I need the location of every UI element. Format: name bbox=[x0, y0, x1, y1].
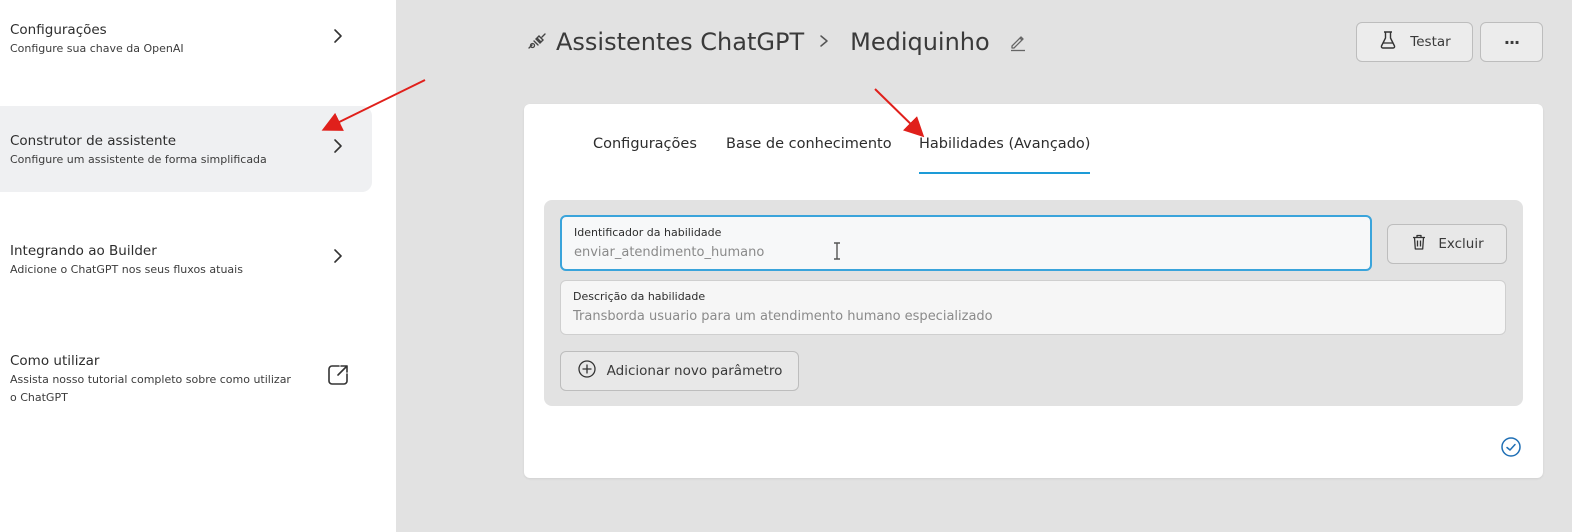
skill-editor-card: Configurações Base de conhecimento Habil… bbox=[524, 104, 1543, 478]
text-cursor-icon bbox=[832, 241, 842, 265]
plug-icon bbox=[526, 31, 548, 53]
sidebar-item-construtor[interactable]: Construtor de assistente Configure um as… bbox=[0, 106, 372, 192]
skill-panel: Identificador da habilidade enviar_atend… bbox=[544, 200, 1523, 406]
sidebar-item-integrando[interactable]: Integrando ao Builder Adicione o ChatGPT… bbox=[0, 216, 372, 302]
external-link-icon bbox=[326, 363, 350, 387]
sidebar-item-title: Construtor de assistente bbox=[10, 133, 177, 149]
breadcrumb: Assistentes ChatGPT Mediquinho bbox=[526, 26, 1028, 58]
page-title: Mediquinho bbox=[850, 28, 990, 56]
sidebar-item-title: Configurações bbox=[10, 22, 107, 38]
tab-habilidades[interactable]: Habilidades (Avançado) bbox=[919, 136, 1091, 174]
chevron-right-icon bbox=[326, 24, 350, 48]
more-horizontal-icon: ··· bbox=[1503, 32, 1520, 52]
plus-circle-icon bbox=[577, 359, 597, 383]
skill-description-field[interactable]: Descrição da habilidade Transborda usuar… bbox=[560, 280, 1506, 335]
trash-icon bbox=[1410, 233, 1428, 255]
sidebar: Configurações Configure sua chave da Ope… bbox=[0, 0, 396, 532]
skill-identifier-value: enviar_atendimento_humano bbox=[574, 245, 765, 260]
more-options-button[interactable]: ··· bbox=[1480, 22, 1543, 62]
add-parameter-label: Adicionar novo parâmetro bbox=[606, 363, 783, 379]
skill-description-label: Descrição da habilidade bbox=[573, 290, 706, 303]
add-parameter-button[interactable]: Adicionar novo parâmetro bbox=[560, 351, 799, 391]
test-button-label: Testar bbox=[1410, 34, 1451, 50]
pencil-icon[interactable] bbox=[1008, 32, 1028, 52]
sidebar-item-subtitle: Adicione o ChatGPT nos seus fluxos atuai… bbox=[10, 263, 243, 276]
check-circle-icon[interactable] bbox=[1500, 436, 1522, 458]
sidebar-item-subtitle: Configure um assistente de forma simplif… bbox=[10, 153, 267, 166]
chevron-right-icon bbox=[326, 244, 350, 268]
flask-icon bbox=[1378, 30, 1398, 54]
breadcrumb-root[interactable]: Assistentes ChatGPT bbox=[556, 28, 804, 56]
sidebar-item-title: Como utilizar bbox=[10, 353, 100, 369]
sidebar-item-como-utilizar[interactable]: Como utilizar Assista nosso tutorial com… bbox=[0, 326, 372, 422]
tab-base-de-conhecimento[interactable]: Base de conhecimento bbox=[726, 136, 892, 172]
sidebar-item-title: Integrando ao Builder bbox=[10, 243, 157, 259]
skill-identifier-label: Identificador da habilidade bbox=[574, 226, 722, 239]
skill-identifier-field[interactable]: Identificador da habilidade enviar_atend… bbox=[560, 215, 1372, 271]
sidebar-item-subtitle: Configure sua chave da OpenAI bbox=[10, 42, 184, 55]
delete-skill-button[interactable]: Excluir bbox=[1387, 224, 1507, 264]
chevron-right-icon bbox=[818, 33, 830, 52]
chevron-right-icon bbox=[326, 134, 350, 158]
skill-description-value: Transborda usuario para um atendimento h… bbox=[573, 309, 993, 324]
tab-configuracoes[interactable]: Configurações bbox=[593, 136, 697, 172]
sidebar-item-configuracoes[interactable]: Configurações Configure sua chave da Ope… bbox=[0, 0, 372, 86]
delete-skill-label: Excluir bbox=[1438, 236, 1484, 252]
test-button[interactable]: Testar bbox=[1356, 22, 1473, 62]
sidebar-item-subtitle: Assista nosso tutorial completo sobre co… bbox=[10, 373, 291, 404]
